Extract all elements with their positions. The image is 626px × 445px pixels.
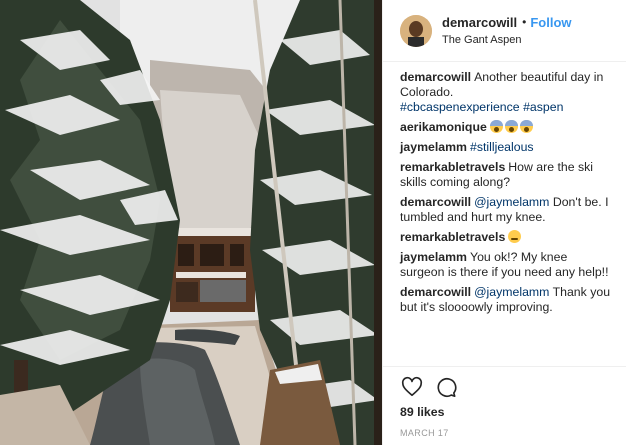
- comment-username[interactable]: jaymelamm: [400, 140, 467, 154]
- comment-item: demarcowill @jaymelamm Thank you but it's…: [400, 285, 614, 315]
- comment-item: aerikamonique: [400, 120, 614, 135]
- post-actions: 89 likes MARCH 17: [383, 366, 626, 438]
- scream-icon: [519, 120, 533, 133]
- likes-count[interactable]: 89 likes: [400, 405, 626, 419]
- like-button[interactable]: [400, 375, 424, 399]
- avatar[interactable]: [400, 14, 432, 47]
- comment-button[interactable]: [434, 375, 458, 399]
- avatar-image: [400, 14, 432, 47]
- comment-item: jaymelamm #stilljealous: [400, 140, 614, 155]
- snowy-courtyard-image: [0, 0, 382, 445]
- comments-list: demarcowill Another beautiful day in Colo…: [400, 70, 614, 320]
- post-date[interactable]: MARCH 17: [400, 428, 626, 438]
- comment-username[interactable]: aerikamonique: [400, 120, 487, 134]
- comment-item: demarcowill Another beautiful day in Colo…: [400, 70, 614, 115]
- relieved-icon: [508, 230, 522, 243]
- hashtag-link[interactable]: #stilljealous: [470, 140, 534, 154]
- post-photo[interactable]: [0, 0, 382, 445]
- scream-icon: [504, 120, 518, 133]
- comment-username[interactable]: jaymelamm: [400, 250, 467, 264]
- mention-link[interactable]: @jaymelamm: [474, 285, 549, 299]
- comment-item: remarkabletravels: [400, 230, 614, 245]
- comment-username[interactable]: demarcowill: [400, 195, 471, 209]
- scream-icon: [489, 120, 503, 133]
- comment-username[interactable]: remarkabletravels: [400, 230, 505, 244]
- hashtag-link[interactable]: #cbcaspenexperience: [400, 100, 520, 114]
- comment-item: jaymelamm You ok!? My knee surgeon is the…: [400, 250, 614, 280]
- instagram-post: demarcowill • Follow The Gant Aspen dema…: [0, 0, 626, 445]
- action-icons: [400, 369, 626, 405]
- heart-icon: [401, 376, 423, 397]
- location-link[interactable]: The Gant Aspen: [442, 34, 572, 46]
- separator-dot: •: [522, 15, 527, 29]
- comment-username[interactable]: remarkabletravels: [400, 160, 505, 174]
- username-row: demarcowill • Follow: [442, 16, 572, 29]
- comment-item: demarcowill @jaymelamm Don't be. I tumble…: [400, 195, 614, 225]
- post-sidebar: demarcowill • Follow The Gant Aspen dema…: [382, 0, 626, 445]
- follow-button[interactable]: Follow: [530, 16, 571, 29]
- hashtag-link[interactable]: #aspen: [523, 100, 563, 114]
- post-header: demarcowill • Follow The Gant Aspen: [383, 0, 626, 62]
- comment-username[interactable]: demarcowill: [400, 285, 471, 299]
- comment-icon: [437, 377, 457, 398]
- mention-link[interactable]: @jaymelamm: [474, 195, 549, 209]
- comment-username[interactable]: demarcowill: [400, 70, 471, 84]
- comment-item: remarkabletravels How are the ski skills …: [400, 160, 614, 190]
- photo-border: [374, 0, 382, 445]
- author-username[interactable]: demarcowill: [442, 16, 517, 29]
- header-text: demarcowill • Follow The Gant Aspen: [442, 16, 572, 46]
